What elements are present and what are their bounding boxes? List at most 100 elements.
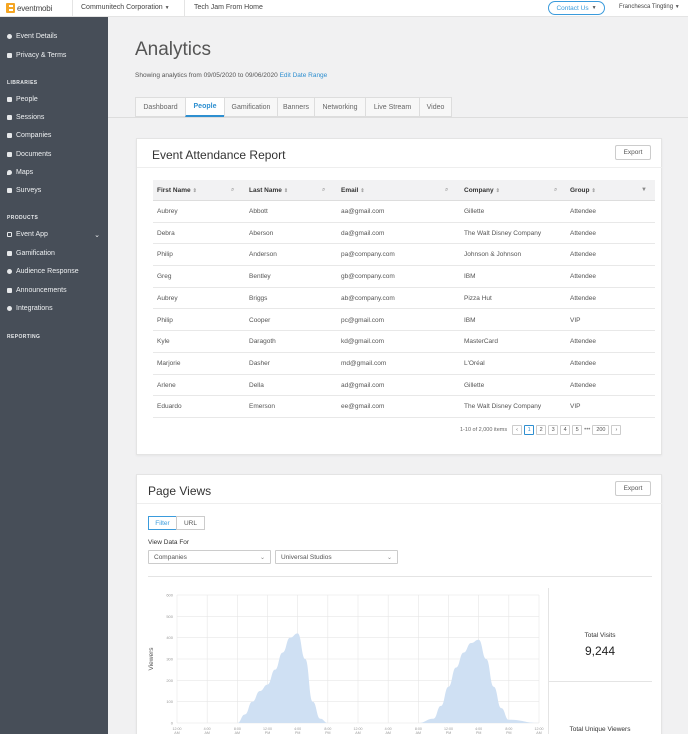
sidebar-item-gamification[interactable]: Gamification xyxy=(7,250,103,257)
sidebar-item-label: Privacy & Terms xyxy=(16,52,67,59)
pagination-info: 1-10 of 2,000 items xyxy=(460,427,508,433)
next-page-button[interactable]: › xyxy=(611,425,622,435)
attendance-export-button[interactable]: Export xyxy=(615,145,651,160)
tab-networking[interactable]: Networking xyxy=(314,97,366,117)
filter-toggle-button[interactable]: Filter xyxy=(148,516,177,530)
column-header-email[interactable]: Email ⇕ xyxy=(341,187,365,194)
cell-email: da@gmail.com xyxy=(341,229,385,237)
search-icon[interactable]: ⌕ xyxy=(554,187,557,194)
sidebar-item-label: Sessions xyxy=(16,114,45,121)
sort-icon[interactable]: ⇕ xyxy=(496,188,500,194)
url-toggle-button[interactable]: URL xyxy=(176,516,205,530)
table-row[interactable]: Kyle Daragoth kd@gmail.com MasterCard Attend… xyxy=(153,331,655,353)
page-button[interactable]: 3 xyxy=(548,425,559,435)
sidebar-item-people[interactable]: People xyxy=(7,96,103,103)
table-row[interactable]: Eduardo Emerson ee@gmail.com The Walt Disne… xyxy=(153,396,655,418)
page-button[interactable]: 200 xyxy=(592,425,610,435)
company-select[interactable]: Universal Studios ⌄ xyxy=(275,550,398,564)
user-menu[interactable]: Franchesca Tingting ▼ xyxy=(619,4,680,10)
event-name[interactable]: Tech Jam From Home xyxy=(194,4,263,11)
sidebar-item-companies[interactable]: Companies xyxy=(7,132,103,139)
sidebar-item-privacy-terms[interactable]: Privacy & Terms xyxy=(7,52,103,59)
x-tick-label: 4:00 AM xyxy=(385,727,392,734)
page-button[interactable]: 5 xyxy=(572,425,583,435)
table-row[interactable]: Arlene Della ad@gmail.com Gillette Attendee xyxy=(153,375,655,397)
tab-banners[interactable]: Banners xyxy=(277,97,315,117)
edit-date-range-link[interactable]: Edit Date Range xyxy=(280,72,328,79)
chevron-down-icon[interactable]: ⌄ xyxy=(94,231,100,239)
y-tick-label: 600 xyxy=(166,593,173,598)
companies-icon xyxy=(7,133,12,138)
filter-icon[interactable]: ▼ xyxy=(641,187,647,193)
sidebar-item-label: Maps xyxy=(16,169,34,176)
page-button[interactable]: 1 xyxy=(524,425,535,435)
sidebar-item-surveys[interactable]: Surveys xyxy=(7,187,103,194)
tab-gamification[interactable]: Gamification xyxy=(224,97,278,117)
eventmobi-logo[interactable]: eventmobi xyxy=(6,3,52,13)
cell-first-name: Kyle xyxy=(157,338,170,346)
previous-page-button[interactable]: ‹ xyxy=(512,425,523,435)
table-row[interactable]: Marjorie Dasher md@gmail.com L'Oréal Attende… xyxy=(153,353,655,375)
tab-people[interactable]: People xyxy=(185,97,225,117)
sort-icon[interactable]: ⇕ xyxy=(592,188,596,194)
table-row[interactable]: Aubrey Abbott aa@gmail.com Gillette Attendee xyxy=(153,201,655,223)
column-header-last-name[interactable]: Last Name ⇕ xyxy=(249,187,288,194)
cell-first-name: Aubrey xyxy=(157,208,178,215)
sidebar-item-maps[interactable]: Maps xyxy=(7,169,103,176)
search-icon[interactable]: ⌕ xyxy=(322,187,325,194)
page-views-card: Page Views Export Filter URL View Data F… xyxy=(136,474,663,734)
tab-video[interactable]: Video xyxy=(419,97,452,117)
cell-last-name: Dasher xyxy=(249,359,270,367)
tab-live-stream[interactable]: Live Stream xyxy=(365,97,420,117)
caret-down-icon: ▼ xyxy=(164,5,170,11)
column-header-first-name[interactable]: First Name ⇕ xyxy=(157,187,197,194)
sidebar-item-documents[interactable]: Documents xyxy=(7,151,103,158)
table-row[interactable]: Greg Bentley gb@company.com IBM Attendee xyxy=(153,266,655,288)
contact-us-button[interactable]: Contact Us ▼ xyxy=(548,1,605,15)
sidebar-item-label: Documents xyxy=(16,151,52,158)
column-label: Company xyxy=(464,187,494,194)
sidebar-item-announcements[interactable]: Announcements xyxy=(7,287,103,294)
column-header-company[interactable]: Company ⇕ xyxy=(464,187,500,194)
sort-icon[interactable]: ⇕ xyxy=(193,188,197,194)
tab-dashboard[interactable]: Dashboard xyxy=(135,97,186,117)
page-button[interactable]: 2 xyxy=(536,425,547,435)
organization-selector[interactable]: Communitech Corporation ▼ xyxy=(81,4,170,11)
cell-group: VIP xyxy=(570,403,581,411)
sidebar-item-integrations[interactable]: Integrations xyxy=(7,305,103,312)
map-pin-icon xyxy=(7,170,12,175)
cell-group: Attendee xyxy=(570,338,597,346)
table-row[interactable]: Debra Aberson da@gmail.com The Walt Disney … xyxy=(153,223,655,245)
date-range-text: Showing analytics from 09/05/2020 to 09/… xyxy=(135,72,327,79)
reporting-section-title: REPORTING xyxy=(7,334,41,340)
cell-email: ee@gmail.com xyxy=(341,403,385,411)
organization-name: Communitech Corporation xyxy=(81,4,163,11)
documents-icon xyxy=(7,152,12,157)
table-row[interactable]: Philip Anderson pa@company.com Johnson & Jo… xyxy=(153,244,655,267)
info-icon xyxy=(7,34,12,39)
column-header-group[interactable]: Group ⇕ xyxy=(570,187,596,194)
page-views-export-button[interactable]: Export xyxy=(615,481,651,496)
table-row[interactable]: Aubrey Briggs ab@company.com Pizza Hut Atten… xyxy=(153,288,655,310)
search-icon[interactable]: ⌕ xyxy=(231,187,234,194)
filters-divider xyxy=(148,576,652,577)
libraries-section-title: LIBRARIES xyxy=(7,80,38,86)
company-value: Universal Studios xyxy=(281,553,332,561)
table-row[interactable]: Philip Cooper pc@gmail.com IBM VIP xyxy=(153,310,655,332)
cell-first-name: Arlene xyxy=(157,381,176,389)
sort-icon[interactable]: ⇕ xyxy=(284,188,288,194)
x-tick-label: 8:00 PM xyxy=(505,727,512,734)
sidebar-item-event-details[interactable]: Event Details xyxy=(7,33,103,40)
cell-company: IBM xyxy=(464,316,476,324)
sidebar-item-sessions[interactable]: Sessions xyxy=(7,114,103,121)
y-axis-label: Viewers xyxy=(148,647,155,671)
sidebar-item-audience-response[interactable]: Audience Response xyxy=(7,268,103,275)
shield-icon xyxy=(7,53,12,58)
data-type-select[interactable]: Companies ⌄ xyxy=(148,550,271,564)
analytics-tabs: Dashboard People Gamification Banners Ne… xyxy=(135,97,452,117)
view-mode-toggle: Filter URL xyxy=(148,516,205,530)
page-button[interactable]: 4 xyxy=(560,425,571,435)
sort-icon[interactable]: ⇕ xyxy=(360,188,364,194)
sidebar-item-event-app[interactable]: Event App ⌄ xyxy=(7,231,103,239)
search-icon[interactable]: ⌕ xyxy=(445,187,448,194)
